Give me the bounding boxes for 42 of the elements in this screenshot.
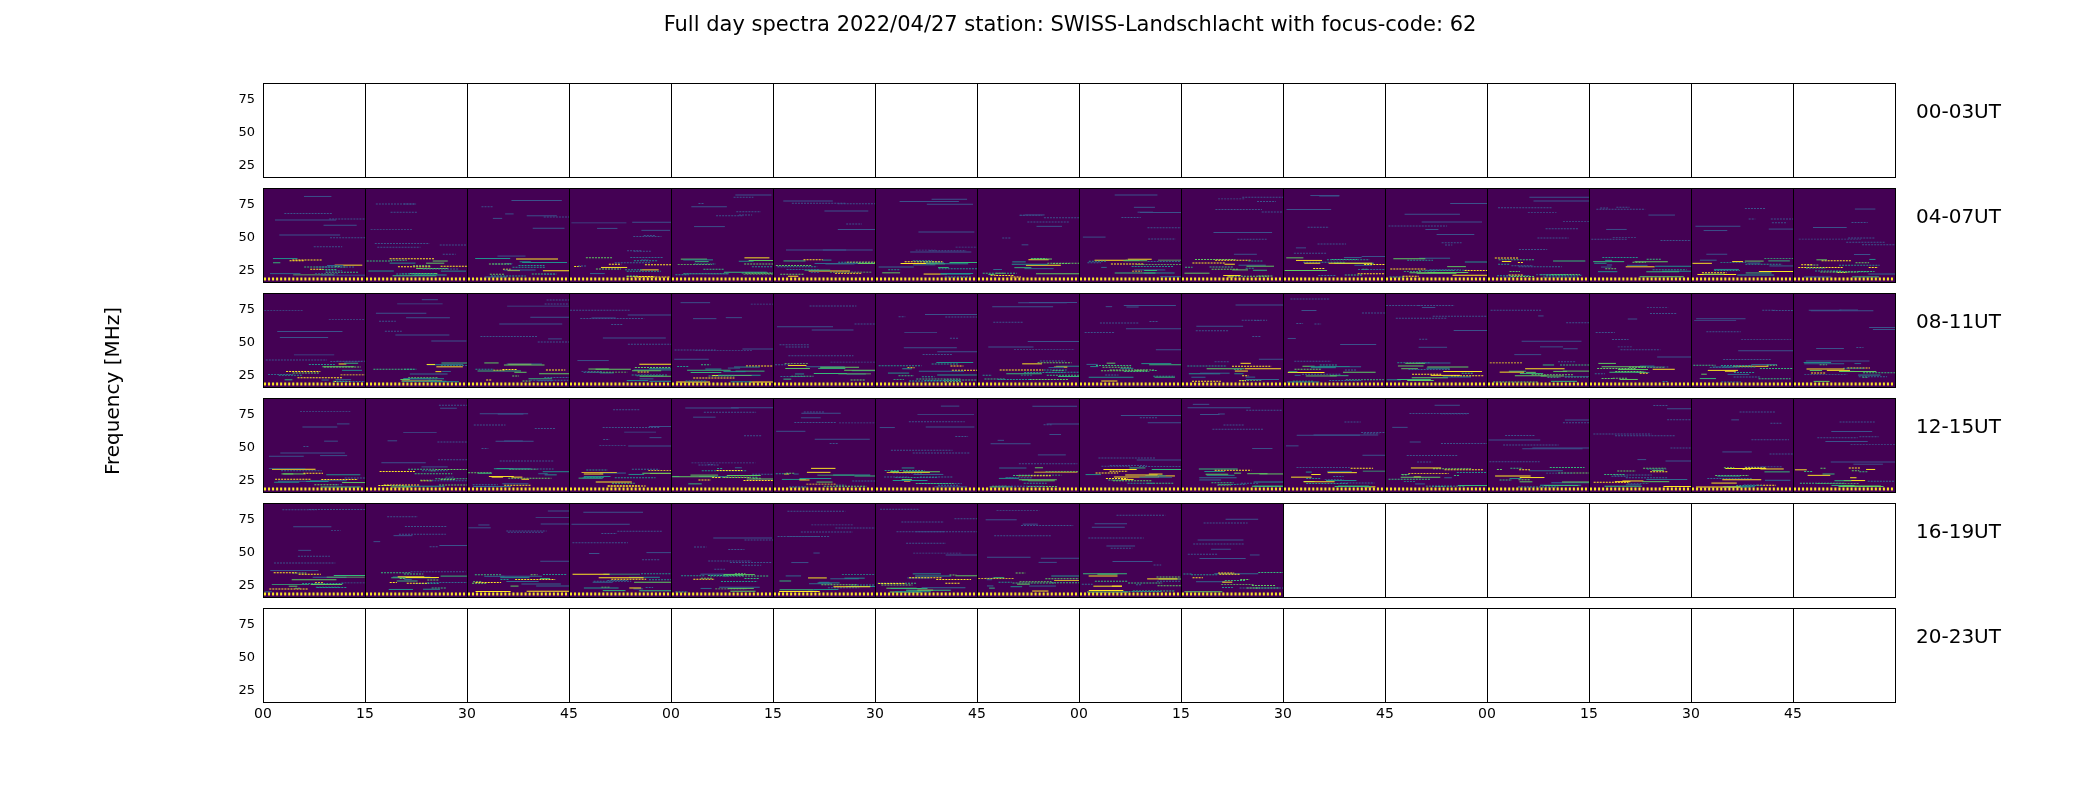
y-tick-label: 75 [238,615,255,631]
x-tick-label: 45 [1376,705,1394,721]
y-tick-label: 75 [238,405,255,421]
y-tick-label: 75 [238,300,255,316]
x-tick-label: 30 [1274,705,1292,721]
x-tick-label: 00 [254,705,272,721]
x-tick-label: 15 [356,705,374,721]
x-tick-label: 00 [662,705,680,721]
x-tick-label: 45 [1784,705,1802,721]
y-tick-label: 25 [238,366,255,382]
y-tick-label: 50 [238,543,255,559]
y-axis-label: Frequency [MHz] [100,306,125,476]
x-tick-label: 30 [1682,705,1700,721]
y-tick-label: 75 [238,90,255,106]
figure-title: Full day spectra 2022/04/27 station: SWISS-Landschlacht with focus-code: 62 [662,11,1478,38]
y-tick-label: 25 [238,156,255,172]
x-tick-label: 15 [1580,705,1598,721]
y-tick-label: 50 [238,648,255,664]
x-tick-label: 30 [458,705,476,721]
y-tick-label: 25 [238,681,255,697]
y-tick-label: 50 [238,228,255,244]
row-label: 00-03UT [1915,98,2001,125]
x-tick-label: 45 [560,705,578,721]
row-label: 04-07UT [1915,203,2001,230]
y-tick-label: 25 [238,576,255,592]
x-tick-label: 15 [764,705,782,721]
y-tick-label: 50 [238,123,255,139]
row-label: 08-11UT [1915,308,2001,335]
y-tick-label: 25 [238,261,255,277]
x-tick-label: 00 [1070,705,1088,721]
row-label: 16-19UT [1915,518,2001,545]
y-tick-label: 25 [238,471,255,487]
y-tick-label: 75 [238,510,255,526]
x-tick-label: 00 [1478,705,1496,721]
x-tick-label: 30 [866,705,884,721]
x-tick-label: 15 [1172,705,1190,721]
y-tick-label: 50 [238,333,255,349]
row-label: 20-23UT [1915,623,2001,650]
x-tick-label: 45 [968,705,986,721]
row-label: 12-15UT [1915,413,2001,440]
y-tick-label: 75 [238,195,255,211]
y-tick-label: 50 [238,438,255,454]
